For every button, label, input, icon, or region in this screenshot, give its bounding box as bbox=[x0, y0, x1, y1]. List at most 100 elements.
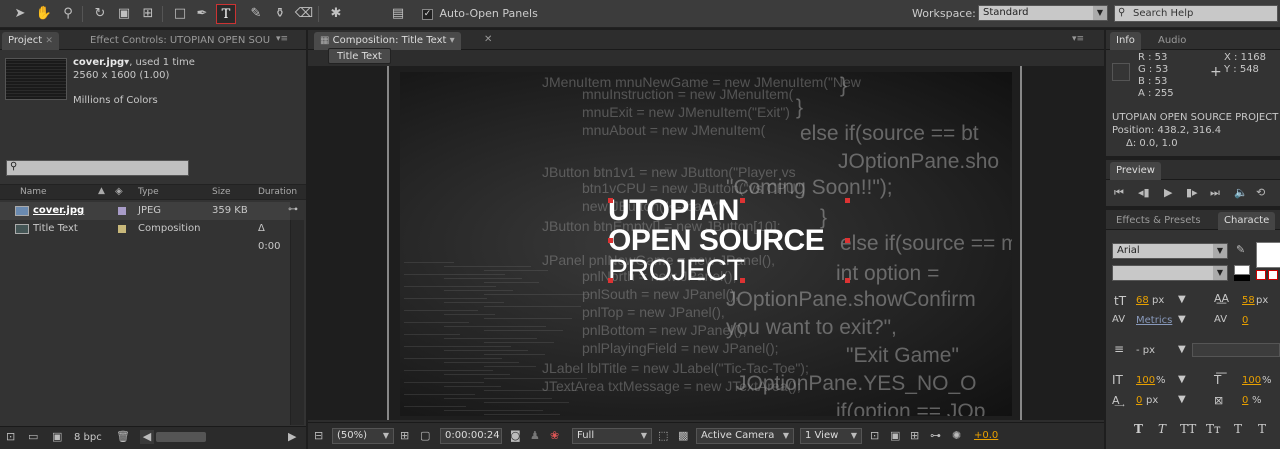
hand-tool-icon[interactable]: ✋ bbox=[34, 4, 54, 24]
stroke-width-value[interactable]: - px bbox=[1136, 345, 1155, 356]
leading-value[interactable]: 58 bbox=[1242, 295, 1255, 306]
transform-handle[interactable] bbox=[608, 278, 613, 283]
current-time-display[interactable]: 0:00:00:24 bbox=[440, 428, 502, 444]
interpret-footage-icon[interactable]: ⊡ bbox=[6, 430, 15, 443]
chevron-down-icon[interactable]: ▼ bbox=[1178, 314, 1186, 325]
toggle-pixel-aspect-icon[interactable]: ⊡ bbox=[870, 429, 879, 442]
label-color-swatch[interactable] bbox=[118, 225, 126, 233]
scroll-left-icon[interactable]: ◀ bbox=[140, 430, 154, 444]
composition-subtab[interactable]: Title Text bbox=[328, 48, 391, 64]
title-text-layer[interactable]: UTOPIAN OPEN SOURCE PROJECT bbox=[608, 196, 868, 286]
panel-menu-icon[interactable]: ▾≡ bbox=[276, 34, 288, 44]
show-snapshot-icon[interactable]: ♟ bbox=[530, 429, 540, 442]
snapshot-camera-icon[interactable]: ◙ bbox=[510, 429, 521, 442]
tab-effects-presets[interactable]: Effects & Presets bbox=[1110, 212, 1207, 230]
subscript-button[interactable]: T bbox=[1258, 422, 1266, 436]
last-frame-icon[interactable]: ⏭ bbox=[1210, 186, 1220, 200]
small-caps-button[interactable]: Tт bbox=[1206, 422, 1221, 436]
project-search-input[interactable]: ⚲ bbox=[6, 160, 189, 176]
chevron-down-icon[interactable]: ▼ bbox=[1178, 394, 1186, 405]
tracking-value[interactable]: 0 bbox=[1242, 315, 1248, 326]
text-tool-icon[interactable]: T bbox=[216, 4, 236, 24]
transform-handle[interactable] bbox=[740, 198, 745, 203]
new-folder-icon[interactable]: ▭ bbox=[28, 430, 38, 443]
font-family-dropdown[interactable]: Arial ▼ bbox=[1112, 243, 1228, 259]
panel-menu-icon[interactable]: ▾≡ bbox=[1072, 34, 1084, 44]
font-style-dropdown[interactable]: ▼ bbox=[1112, 265, 1228, 281]
rectangle-tool-icon[interactable]: □ bbox=[170, 4, 190, 24]
fill-white-swatch[interactable] bbox=[1234, 265, 1250, 275]
column-size[interactable]: Size bbox=[212, 187, 230, 197]
pen-tool-icon[interactable]: ✒ bbox=[192, 4, 212, 24]
column-type[interactable]: Type bbox=[138, 187, 159, 197]
close-tab-icon[interactable]: ✕ bbox=[484, 34, 492, 45]
eyedropper-icon[interactable]: ✎ bbox=[1236, 243, 1245, 256]
reset-exposure-icon[interactable]: ✺ bbox=[952, 429, 961, 442]
all-caps-button[interactable]: TT bbox=[1180, 422, 1196, 436]
timeline-icon[interactable]: ⊞ bbox=[910, 429, 919, 442]
tab-info[interactable]: Info bbox=[1110, 32, 1141, 50]
clone-stamp-tool-icon[interactable]: ⚱ bbox=[270, 4, 290, 24]
tab-effect-controls[interactable]: Effect Controls: UTOPIAN OPEN SOU bbox=[84, 32, 276, 50]
always-preview-icon[interactable]: ⊟ bbox=[314, 429, 323, 442]
grid-icon[interactable]: ⊞ bbox=[400, 429, 409, 442]
column-duration[interactable]: Duration bbox=[258, 187, 297, 197]
transform-handle[interactable] bbox=[845, 238, 850, 243]
brush-tool-icon[interactable]: ✎ bbox=[246, 4, 266, 24]
fast-previews-icon[interactable]: ▣ bbox=[890, 429, 900, 442]
transform-handle[interactable] bbox=[608, 198, 613, 203]
faux-bold-button[interactable]: T bbox=[1134, 422, 1143, 436]
horizontal-scroll-thumb[interactable] bbox=[156, 432, 206, 442]
previous-frame-icon[interactable]: ◂▮ bbox=[1138, 186, 1150, 199]
flowchart-icon[interactable]: ⊶ bbox=[288, 204, 302, 218]
play-icon[interactable]: ▶ bbox=[1164, 186, 1172, 199]
transform-handle[interactable] bbox=[608, 238, 613, 243]
composition-viewer[interactable]: JMenuItem mnuNewGame = new JMenuItem("Ne… bbox=[308, 66, 1104, 420]
resolution-dropdown[interactable]: Full ▼ bbox=[572, 428, 652, 444]
transparency-grid-icon[interactable]: ▩ bbox=[678, 429, 688, 442]
label-tag-icon[interactable]: ◈ bbox=[115, 186, 123, 197]
region-of-interest-icon[interactable]: ⬚ bbox=[658, 429, 668, 442]
project-item-row[interactable]: Title Text Composition Δ 0:00 bbox=[0, 220, 290, 252]
tsume-value[interactable]: 0 bbox=[1242, 395, 1248, 406]
puppet-pin-tool-icon[interactable]: ✱ bbox=[326, 4, 346, 24]
search-help-field[interactable]: ⚲ Search Help bbox=[1114, 5, 1278, 22]
fill-color-swatch[interactable] bbox=[1256, 242, 1280, 268]
view-layout-dropdown[interactable]: 1 View ▼ bbox=[800, 428, 862, 444]
transform-handle[interactable] bbox=[845, 198, 850, 203]
baseline-shift-value[interactable]: 0 bbox=[1136, 395, 1142, 406]
transform-handle[interactable] bbox=[740, 278, 745, 283]
trash-icon[interactable]: 🗑 bbox=[116, 430, 130, 443]
font-size-value[interactable]: 68 bbox=[1136, 295, 1149, 306]
audio-icon[interactable]: 🔈 bbox=[1234, 186, 1248, 199]
vertical-scale-value[interactable]: 100 bbox=[1136, 375, 1155, 386]
bit-depth[interactable]: 8 bpc bbox=[74, 432, 102, 443]
chevron-down-icon[interactable]: ▼ bbox=[1178, 344, 1186, 355]
no-fill-icon[interactable] bbox=[1256, 270, 1266, 280]
horizontal-scale-value[interactable]: 100 bbox=[1242, 375, 1261, 386]
loop-icon[interactable]: ⟲ bbox=[1256, 186, 1265, 199]
comp-flowchart-icon[interactable]: ⊶ bbox=[930, 429, 941, 442]
auto-open-panels-checkbox[interactable]: ✓ Auto-Open Panels bbox=[422, 7, 538, 20]
label-color-swatch[interactable] bbox=[118, 207, 126, 215]
project-item-row[interactable]: cover.jpg JPEG 359 KB bbox=[0, 202, 290, 220]
pan-behind-tool-icon[interactable]: ⊞ bbox=[138, 4, 158, 24]
chevron-down-icon[interactable]: ▼ bbox=[1178, 374, 1186, 385]
kerning-value[interactable]: Metrics bbox=[1136, 315, 1172, 326]
selection-tool-icon[interactable]: ➤ bbox=[10, 4, 30, 24]
tab-audio[interactable]: Audio bbox=[1152, 32, 1192, 50]
workspace-dropdown[interactable]: Standard ▼ bbox=[978, 5, 1108, 21]
stroke-black-swatch[interactable] bbox=[1234, 275, 1250, 281]
camera-view-dropdown[interactable]: Active Camera ▼ bbox=[696, 428, 794, 444]
stroke-style-dropdown[interactable] bbox=[1192, 343, 1280, 357]
eraser-tool-icon[interactable]: ⌫ bbox=[294, 4, 314, 24]
project-scrollbar[interactable] bbox=[290, 220, 304, 425]
channel-rgb-icon[interactable]: ❀ bbox=[550, 429, 559, 442]
magnification-dropdown[interactable]: (50%) ▼ bbox=[332, 428, 394, 444]
tab-project[interactable]: Project ✕ bbox=[2, 32, 59, 50]
column-name[interactable]: Name bbox=[20, 187, 47, 197]
rotation-tool-icon[interactable]: ↻ bbox=[90, 4, 110, 24]
faux-italic-button[interactable]: T bbox=[1158, 422, 1166, 436]
first-frame-icon[interactable]: ⏮ bbox=[1114, 186, 1124, 200]
no-stroke-icon[interactable] bbox=[1268, 270, 1278, 280]
